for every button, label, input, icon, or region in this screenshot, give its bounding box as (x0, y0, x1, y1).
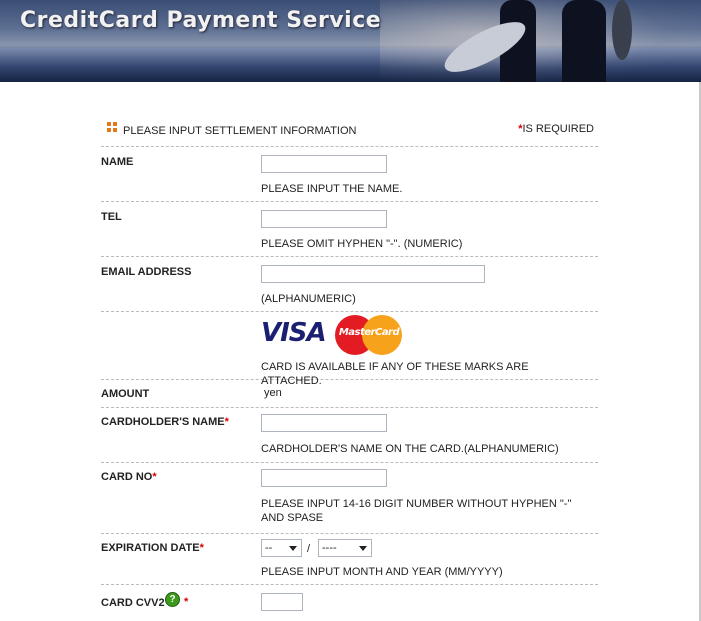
grid-bullet-icon (107, 122, 117, 132)
chevron-down-icon (289, 546, 297, 551)
email-row: EMAIL ADDRESS (ALPHANUMERIC) (101, 257, 598, 312)
required-star: * (224, 416, 229, 428)
visa-logo: VISA (261, 318, 327, 348)
name-input[interactable] (261, 155, 387, 173)
expiration-label-text: EXPIRATION DATE (101, 542, 200, 554)
amount-label: AMOUNT (101, 388, 150, 400)
card-no-label: CARD NO* (101, 471, 157, 483)
mastercard-text: MasterCard (338, 327, 400, 338)
cvv-input[interactable] (261, 593, 303, 611)
tel-hint: PLEASE OMIT HYPHEN "-". (NUMERIC) (261, 238, 463, 250)
expiration-label: EXPIRATION DATE* (101, 542, 204, 554)
form-heading: PLEASE INPUT SETTLEMENT INFORMATION (123, 125, 357, 137)
required-note: *IS REQUIRED (518, 123, 594, 135)
name-hint: PLEASE INPUT THE NAME. (261, 183, 403, 195)
banner-surfboard-right (612, 0, 632, 60)
email-hint: (ALPHANUMERIC) (261, 293, 356, 305)
card-no-label-text: CARD NO (101, 471, 153, 483)
chevron-down-icon (359, 546, 367, 551)
tel-label: TEL (101, 211, 122, 223)
name-row: NAME PLEASE INPUT THE NAME. (101, 147, 598, 202)
tel-row: TEL PLEASE OMIT HYPHEN "-". (NUMERIC) (101, 202, 598, 257)
email-input[interactable] (261, 265, 485, 283)
banner-surfer-right (562, 0, 606, 82)
cvv-row: CARD CVV2 ? * (101, 585, 598, 621)
cardholder-label-text: CARDHOLDER'S NAME (101, 416, 225, 428)
expiration-row: EXPIRATION DATE* -- / ---- PLEASE INPUT … (101, 534, 598, 585)
expiration-hint: PLEASE INPUT MONTH AND YEAR (MM/YYYY) (261, 566, 503, 578)
required-star: * (184, 596, 189, 608)
required-star: * (199, 542, 204, 554)
expiration-month-value: -- (265, 542, 273, 554)
page-title: CreditCard Payment Service (20, 8, 382, 33)
cardholder-row: CARDHOLDER'S NAME* CARDHOLDER'S NAME ON … (101, 408, 598, 463)
cardholder-label: CARDHOLDER'S NAME* (101, 416, 229, 428)
expiration-separator: / (307, 543, 311, 555)
cardholder-input[interactable] (261, 414, 387, 432)
expiration-month-select[interactable]: -- (261, 539, 302, 557)
help-icon[interactable]: ? (165, 592, 180, 607)
card-no-row: CARD NO* PLEASE INPUT 14-16 DIGIT NUMBER… (101, 463, 598, 534)
expiration-year-value: ---- (322, 542, 337, 554)
cvv-label: CARD CVV2 (101, 597, 165, 609)
cardholder-hint: CARDHOLDER'S NAME ON THE CARD.(ALPHANUME… (261, 443, 559, 455)
card-no-input[interactable] (261, 469, 387, 487)
name-label: NAME (101, 156, 134, 168)
card-brands-row: VISA MasterCard CARD IS AVAILABLE IF ANY… (101, 312, 598, 387)
card-no-hint: PLEASE INPUT 14-16 DIGIT NUMBER WITHOUT … (261, 498, 572, 524)
mastercard-logo: MasterCard (335, 314, 405, 355)
tel-input[interactable] (261, 210, 387, 228)
amount-value: yen (264, 387, 282, 399)
banner-glow (380, 0, 701, 82)
form-heading-row: PLEASE INPUT SETTLEMENT INFORMATION *IS … (101, 112, 598, 147)
email-label: EMAIL ADDRESS (101, 266, 192, 278)
required-note-text: IS REQUIRED (522, 123, 594, 135)
header-banner: CreditCard Payment Service (0, 0, 701, 82)
required-star: * (152, 471, 157, 483)
expiration-year-select[interactable]: ---- (318, 539, 372, 557)
amount-row: AMOUNT yen (101, 380, 598, 408)
